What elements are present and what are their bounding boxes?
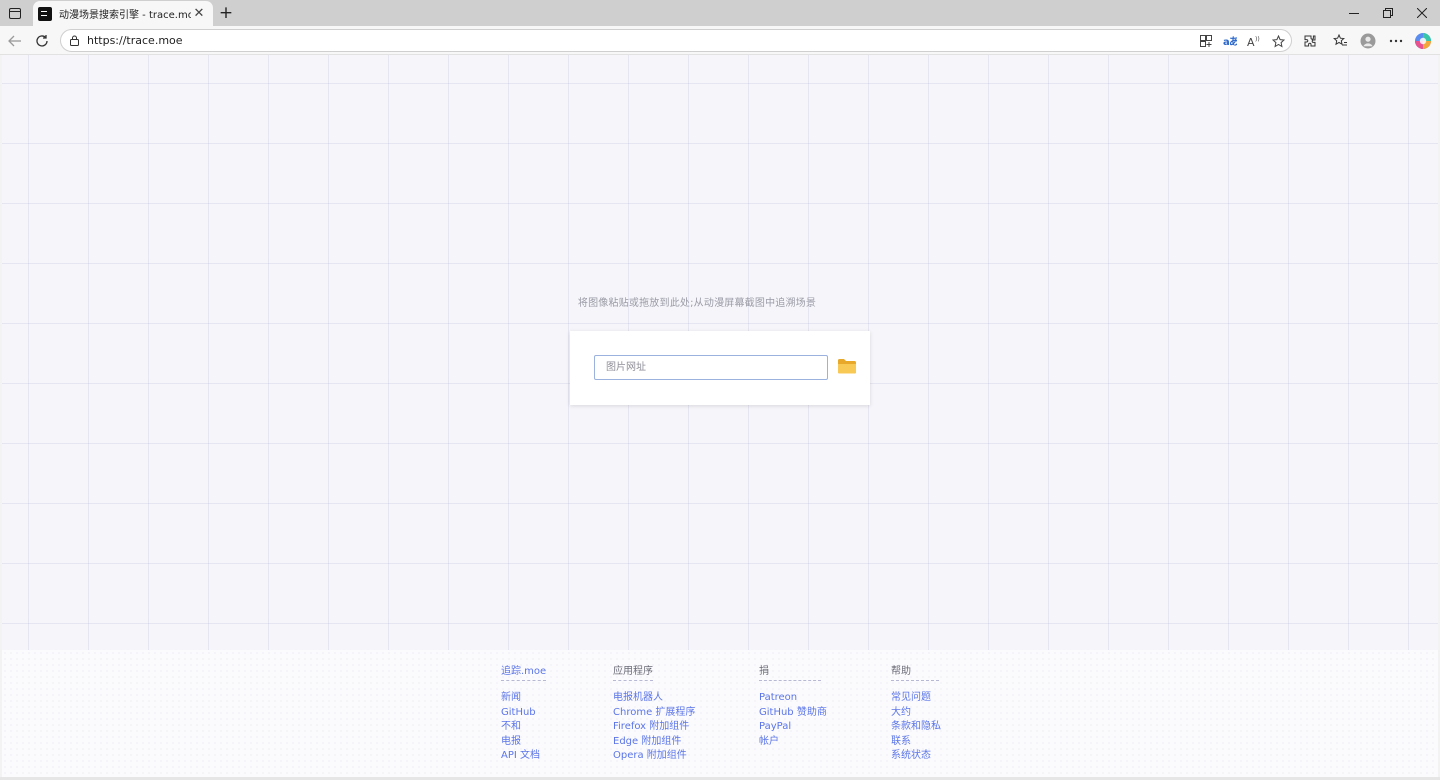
footer-link-chrome-extension[interactable]: Chrome 扩展程序 — [613, 706, 695, 721]
url-text[interactable]: https://trace.moe — [87, 34, 183, 47]
footer-link-github-sponsors[interactable]: GitHub 赞助商 — [759, 706, 827, 721]
footer-link-faq[interactable]: 常见问题 — [891, 691, 941, 706]
translate-icon[interactable]: aあ — [1220, 31, 1240, 51]
search-card — [570, 331, 870, 405]
footer-link-api-docs[interactable]: API 文档 — [501, 749, 546, 764]
footer-link-account[interactable]: 帐户 — [759, 735, 827, 750]
page-viewport: 将图像粘贴或拖放到此处;从动漫屏幕截图中追溯场景 追踪.moe 新闻 GitHu… — [2, 55, 1438, 777]
footer-column-apps: 应用程序 电报机器人 Chrome 扩展程序 Firefox 附加组件 Edge… — [613, 659, 695, 764]
more-menu-icon[interactable] — [1385, 30, 1407, 52]
minimize-icon[interactable] — [1337, 0, 1371, 26]
favorites-icon[interactable] — [1329, 30, 1351, 52]
footer-link-news[interactable]: 新闻 — [501, 691, 546, 706]
extensions-icon[interactable] — [1299, 30, 1321, 52]
footer-column-donate: 捐 Patreon GitHub 赞助商 PayPal 帐户 — [759, 659, 827, 749]
footer-link-about[interactable]: 大约 — [891, 706, 941, 721]
footer-link-terms-privacy[interactable]: 条款和隐私 — [891, 720, 941, 735]
window-close-icon[interactable] — [1405, 0, 1439, 26]
restore-icon[interactable] — [1371, 0, 1405, 26]
tab-close-icon[interactable]: ✕ — [191, 6, 207, 22]
footer-heading-help: 帮助 — [891, 662, 939, 681]
image-url-input[interactable] — [594, 355, 828, 380]
address-bar[interactable]: https://trace.moe aあ A)) — [60, 29, 1292, 52]
back-icon[interactable] — [4, 30, 26, 52]
footer-column-help: 帮助 常见问题 大约 条款和隐私 联系 系统状态 — [891, 659, 941, 764]
refresh-icon[interactable] — [31, 30, 53, 52]
svg-text:A: A — [1247, 36, 1255, 47]
footer-link-paypal[interactable]: PayPal — [759, 720, 827, 735]
site-favicon-icon — [38, 6, 52, 21]
footer-link-firefox-addon[interactable]: Firefox 附加组件 — [613, 720, 695, 735]
lock-icon[interactable] — [68, 34, 81, 47]
svg-text:)): )) — [1255, 36, 1260, 43]
active-tab[interactable]: 动漫场景搜索引擎 - trace.moe ✕ — [33, 1, 213, 26]
footer-link-telegram-bot[interactable]: 电报机器人 — [613, 691, 695, 706]
read-aloud-icon[interactable]: A)) — [1244, 31, 1264, 51]
favorite-star-icon[interactable] — [1268, 31, 1288, 51]
folder-icon[interactable] — [837, 357, 857, 375]
footer-column-trace: 追踪.moe 新闻 GitHub 不和 电报 API 文档 — [501, 659, 547, 764]
tab-strip: 动漫场景搜索引擎 - trace.moe ✕ + — [0, 0, 1440, 26]
footer-link-system-status[interactable]: 系统状态 — [891, 749, 941, 764]
profile-avatar-icon[interactable] — [1357, 30, 1379, 52]
footer-link-contact[interactable]: 联系 — [891, 735, 941, 750]
tab-title: 动漫场景搜索引擎 - trace.moe — [59, 10, 191, 21]
app-available-icon[interactable] — [1196, 31, 1216, 51]
footer-link-edge-addon[interactable]: Edge 附加组件 — [613, 735, 695, 750]
footer-link-telegram[interactable]: 电报 — [501, 735, 546, 750]
svg-text:あ: あ — [1229, 35, 1237, 47]
tab-actions-icon[interactable] — [6, 5, 24, 21]
footer-heading-donate: 捐 — [759, 662, 821, 681]
footer-heading-apps: 应用程序 — [613, 662, 653, 681]
drop-hint-text: 将图像粘贴或拖放到此处;从动漫屏幕截图中追溯场景 — [577, 298, 817, 309]
footer-link-github[interactable]: GitHub — [501, 706, 546, 721]
footer-link-patreon[interactable]: Patreon — [759, 691, 827, 706]
footer-link-discord[interactable]: 不和 — [501, 720, 546, 735]
footer-link-opera-addon[interactable]: Opera 附加组件 — [613, 749, 695, 764]
copilot-icon[interactable] — [1412, 30, 1434, 52]
new-tab-icon[interactable]: + — [216, 3, 236, 23]
browser-toolbar: https://trace.moe aあ A)) — [0, 26, 1440, 55]
footer-heading-trace[interactable]: 追踪.moe — [501, 662, 547, 681]
site-footer: 追踪.moe 新闻 GitHub 不和 电报 API 文档 应用程序 电报机器人… — [2, 650, 1438, 777]
